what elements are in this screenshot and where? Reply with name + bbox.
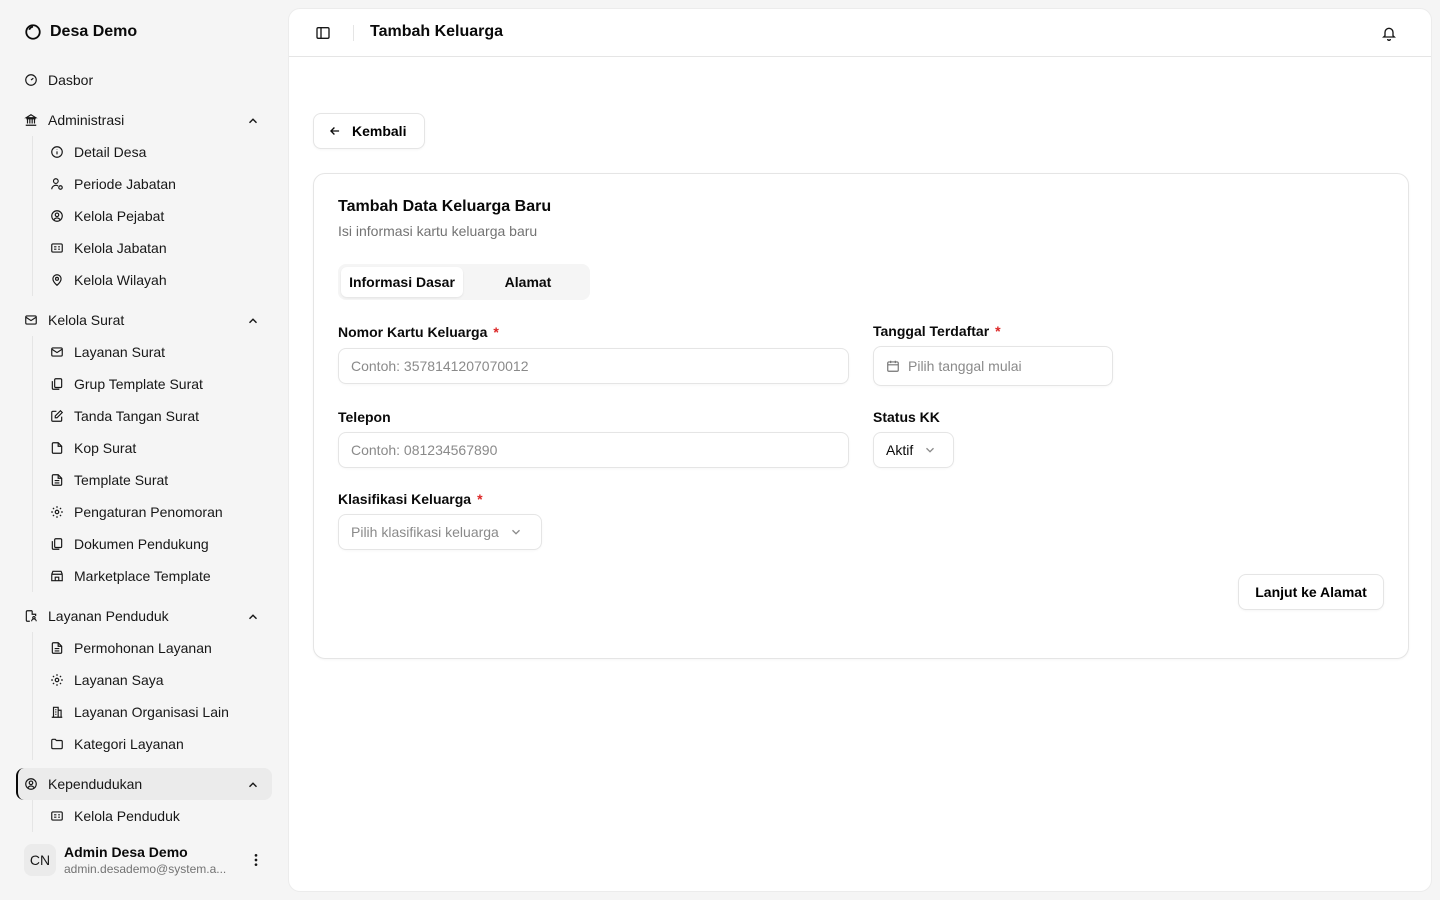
user-profile[interactable]: CN Admin Desa Demo admin.desademo@system…: [24, 840, 272, 880]
gauge-icon: [25, 74, 37, 86]
nav-guide-line: [32, 136, 33, 296]
sidebar-group-administrasi[interactable]: Administrasi: [24, 106, 272, 134]
sidebar-group-kelola-surat[interactable]: Kelola Surat: [24, 306, 272, 334]
sidebar-item-layanan-saya[interactable]: Layanan Saya: [50, 666, 272, 694]
store-icon: [51, 570, 63, 582]
file-user-icon: [25, 610, 37, 622]
required-mark: *: [493, 324, 499, 340]
sidebar: Desa Demo Dasbor Administrasi Detail Des…: [0, 0, 288, 900]
topbar: Tambah Keluarga: [289, 9, 1431, 57]
sidebar-item-grup-template-surat[interactable]: Grup Template Surat: [50, 370, 272, 398]
nav-guide-line: [32, 800, 33, 832]
id-card-icon: [51, 811, 63, 821]
chevron-up-icon[interactable]: [246, 314, 260, 328]
telepon-label: Telepon: [338, 409, 391, 425]
sidebar-item-marketplace-template[interactable]: Marketplace Template: [50, 562, 272, 590]
sidebar-item-periode-jabatan[interactable]: Periode Jabatan: [50, 170, 272, 198]
folder-icon: [51, 738, 63, 750]
back-button[interactable]: Kembali: [313, 113, 425, 149]
sidebar-item-kop-surat[interactable]: Kop Surat: [50, 434, 272, 462]
sidebar-item-tanda-tangan-surat[interactable]: Tanda Tangan Surat: [50, 402, 272, 430]
chevron-down-icon: [511, 529, 520, 535]
id-card-icon: [51, 243, 63, 253]
sidebar-group-layanan-penduduk[interactable]: Layanan Penduduk: [24, 602, 272, 630]
calendar-icon: [887, 360, 899, 372]
gear-icon: [51, 506, 63, 518]
next-to-address-button[interactable]: Lanjut ke Alamat: [1238, 574, 1384, 610]
form-subtitle: Isi informasi kartu keluarga baru: [338, 223, 538, 239]
form-tabs: Informasi Dasar Alamat: [338, 264, 590, 300]
mail-icon: [51, 347, 63, 357]
more-vertical-icon[interactable]: [248, 852, 264, 868]
telepon-input[interactable]: Contoh: 081234567890: [338, 432, 849, 468]
tab-alamat[interactable]: Alamat: [468, 267, 588, 297]
nav-guide-line: [32, 632, 33, 760]
chevron-down-icon: [926, 447, 935, 453]
sidebar-item-kelola-penduduk[interactable]: Kelola Penduduk: [50, 802, 272, 830]
user-clock-icon: [51, 178, 63, 190]
brand[interactable]: Desa Demo: [24, 20, 137, 44]
sidebar-item-kelola-pejabat[interactable]: Kelola Pejabat: [50, 202, 272, 230]
status-select[interactable]: Aktif: [873, 432, 954, 468]
gear-icon: [51, 674, 63, 686]
sidebar-item-dasbor[interactable]: Dasbor: [24, 66, 272, 94]
sidebar-item-layanan-organisasi-lain[interactable]: Layanan Organisasi Lain: [50, 698, 272, 726]
tab-informasi-dasar[interactable]: Informasi Dasar: [341, 267, 463, 297]
form-title: Tambah Data Keluarga Baru: [338, 198, 552, 215]
sidebar-item-kelola-jabatan[interactable]: Kelola Jabatan: [50, 234, 272, 262]
logo-icon: [25, 24, 41, 40]
pen-square-icon: [51, 409, 64, 422]
user-email: admin.desademo@system.a...: [64, 862, 227, 876]
sidebar-item-dokumen-pendukung[interactable]: Dokumen Pendukung: [50, 530, 272, 558]
files-icon: [51, 378, 63, 390]
files-icon: [51, 538, 63, 550]
sidebar-group-kependudukan[interactable]: Kependudukan: [24, 770, 272, 798]
nkk-input[interactable]: Contoh: 3578141207070012: [338, 348, 849, 384]
klasifikasi-select[interactable]: Pilih klasifikasi keluarga: [338, 514, 542, 550]
nav-guide-line: [32, 336, 33, 592]
avatar: CN: [24, 844, 56, 876]
sidebar-item-template-surat[interactable]: Template Surat: [50, 466, 272, 494]
map-pin-icon: [52, 274, 62, 287]
brand-name: Desa Demo: [50, 23, 138, 40]
sidebar-toggle-icon[interactable]: [315, 25, 331, 41]
sidebar-item-kelola-wilayah[interactable]: Kelola Wilayah: [50, 266, 272, 294]
file-text-icon: [51, 474, 63, 486]
chevron-up-icon[interactable]: [246, 778, 260, 792]
arrow-left-icon: [330, 127, 340, 135]
file-icon: [51, 442, 63, 454]
page-title: Tambah Keluarga: [370, 23, 504, 40]
sidebar-item-kategori-layanan[interactable]: Kategori Layanan: [50, 730, 272, 758]
tanggal-date-picker[interactable]: Pilih tanggal mulai: [873, 346, 1113, 386]
user-name: Admin Desa Demo: [64, 844, 188, 860]
divider: [353, 25, 354, 41]
user-circle-icon: [51, 210, 63, 222]
tanggal-label: Tanggal Terdaftar *: [873, 323, 1001, 339]
sidebar-item-pengaturan-penomoran[interactable]: Pengaturan Penomoran: [50, 498, 272, 526]
mail-icon: [25, 315, 37, 325]
building-2-icon: [51, 706, 63, 718]
required-mark: *: [995, 323, 1001, 339]
bell-icon[interactable]: [1381, 25, 1397, 41]
klasifikasi-label: Klasifikasi Keluarga *: [338, 491, 483, 507]
sidebar-item-layanan-surat[interactable]: Layanan Surat: [50, 338, 272, 366]
building-icon: [24, 114, 38, 126]
form-card: Tambah Data Keluarga Baru Isi informasi …: [313, 173, 1409, 659]
required-mark: *: [477, 491, 483, 507]
user-circle-icon: [25, 778, 37, 790]
nkk-label: Nomor Kartu Keluarga *: [338, 324, 499, 340]
chevron-up-icon[interactable]: [246, 114, 260, 128]
sidebar-item-detail-desa[interactable]: Detail Desa: [50, 138, 272, 166]
status-label: Status KK: [873, 409, 940, 425]
chevron-up-icon[interactable]: [246, 610, 260, 624]
info-icon: [51, 146, 63, 158]
file-text-icon: [51, 642, 63, 654]
main-content: Tambah Keluarga Kembali Tambah Data Kelu…: [288, 8, 1432, 892]
sidebar-item-permohonan-layanan[interactable]: Permohonan Layanan: [50, 634, 272, 662]
